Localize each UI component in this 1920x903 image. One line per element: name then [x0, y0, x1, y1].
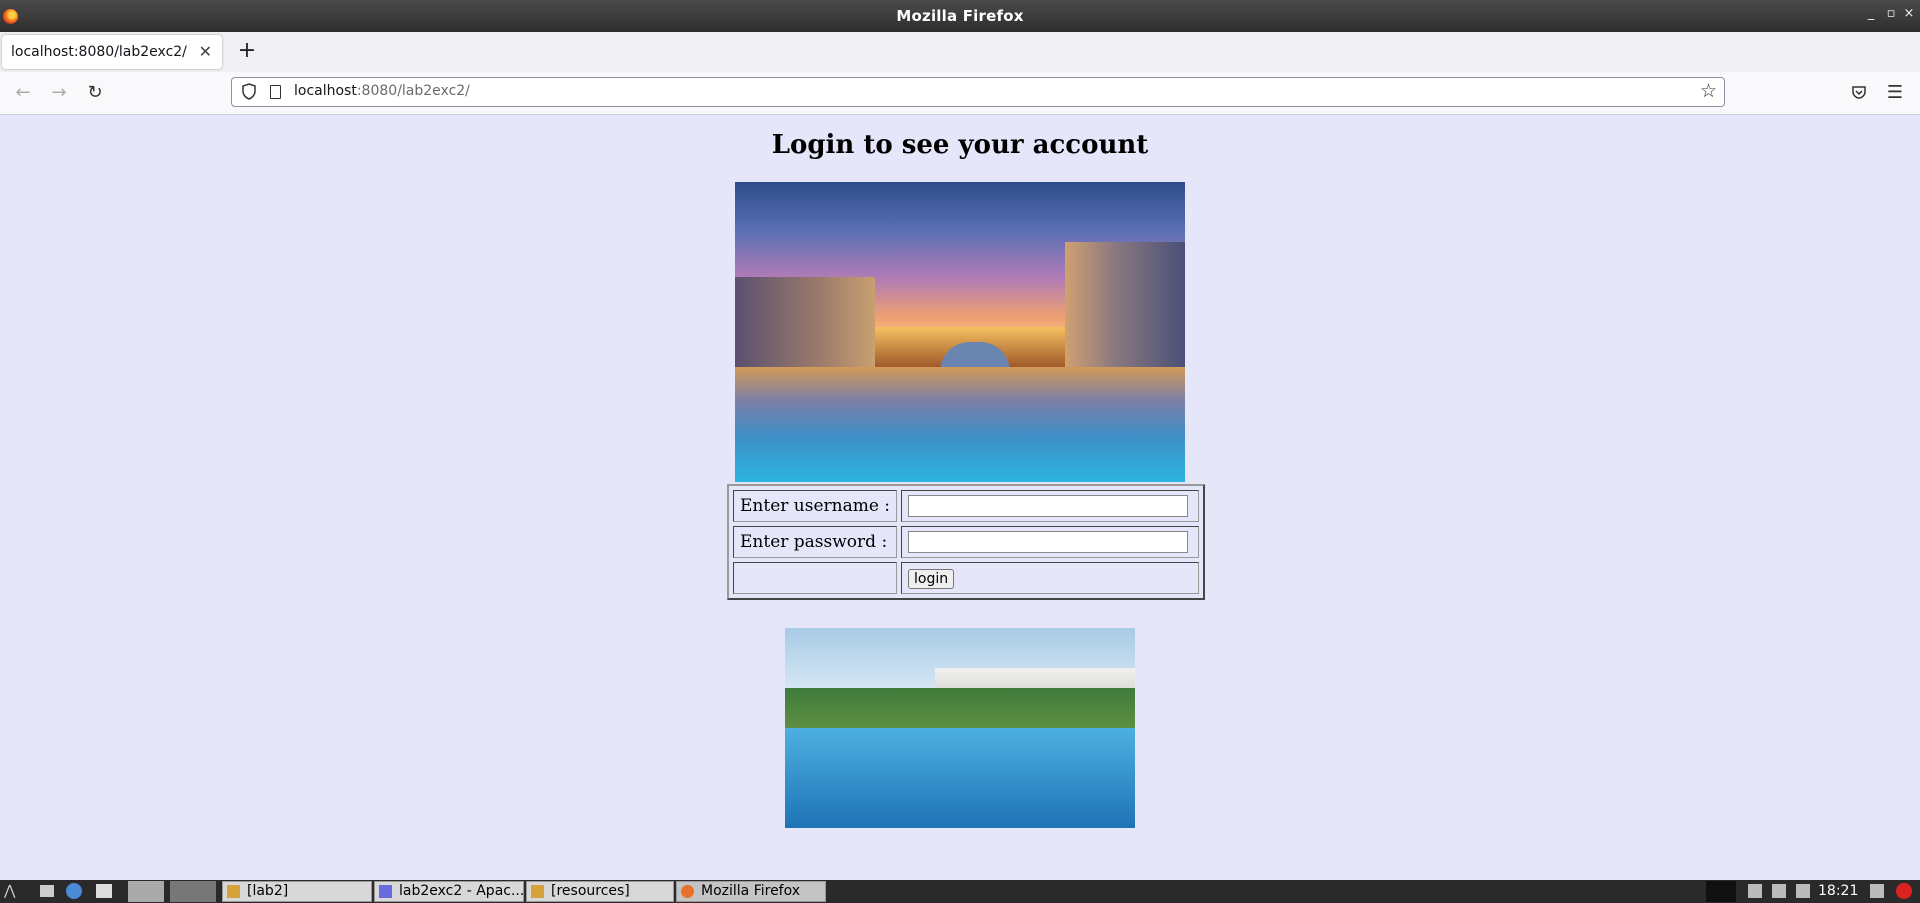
close-window-icon[interactable]: × [1902, 6, 1916, 22]
username-input[interactable] [908, 495, 1189, 517]
taskbar-item-lab2exc2[interactable]: lab2exc2 - Apac... [374, 881, 524, 902]
tab-active[interactable]: localhost:8080/lab2exc2/ ✕ [2, 35, 222, 69]
back-arrow-icon[interactable]: ← [10, 80, 36, 106]
menu-hamburger-icon[interactable]: ☰ [1882, 80, 1908, 106]
start-menu-icon[interactable]: ⋀ [4, 883, 20, 899]
navigation-toolbar: ← → ↻ localhost:8080/lab2exc2/ ☆ ☰ [0, 72, 1920, 115]
shield-icon[interactable] [242, 83, 256, 100]
forward-arrow-icon[interactable]: → [46, 80, 72, 106]
bookmark-star-icon[interactable]: ☆ [1700, 80, 1717, 102]
power-icon[interactable] [1896, 883, 1912, 899]
network-icon[interactable] [66, 883, 82, 899]
folder-icon [531, 885, 544, 898]
resort-pool-image [785, 628, 1135, 828]
page-heading: Login to see your account [771, 130, 1149, 160]
files-icon[interactable] [96, 884, 112, 898]
new-tab-button[interactable]: + [234, 38, 260, 64]
tab-strip: localhost:8080/lab2exc2/ ✕ + [0, 32, 1920, 72]
page-info-icon[interactable] [270, 85, 281, 99]
reload-icon[interactable]: ↻ [82, 80, 108, 106]
taskbar: ⋀ [lab2] lab2exc2 - Apac... [resources] … [0, 880, 1920, 903]
password-row: Enter password : [733, 526, 1200, 558]
desktop-icon[interactable] [40, 885, 54, 897]
url-bar[interactable]: localhost:8080/lab2exc2/ ☆ [231, 77, 1725, 107]
login-button[interactable]: login [908, 568, 955, 589]
url-host: localhost [294, 83, 357, 99]
minimize-icon[interactable]: _ [1864, 6, 1878, 22]
close-tab-icon[interactable]: ✕ [199, 42, 212, 61]
firefox-icon [681, 885, 694, 898]
password-label: Enter password : [733, 526, 898, 558]
window-titlebar: Mozilla Firefox _ ▫ × [0, 0, 1920, 32]
password-input[interactable] [908, 531, 1189, 553]
username-label: Enter username : [733, 490, 898, 522]
volume-icon[interactable] [1748, 884, 1762, 898]
clipboard-icon[interactable] [1796, 884, 1810, 898]
pocket-icon[interactable] [1851, 84, 1867, 100]
taskbar-item-lab2[interactable]: [lab2] [222, 881, 372, 902]
maximize-icon[interactable]: ▫ [1884, 6, 1898, 22]
screen-lock-icon[interactable] [1870, 884, 1884, 898]
page-content: Login to see your account Enter username… [0, 115, 1920, 880]
empty-cell [733, 562, 898, 594]
app-icon [379, 885, 392, 898]
taskbar-item-firefox[interactable]: Mozilla Firefox [676, 881, 826, 902]
url-text[interactable]: localhost:8080/lab2exc2/ [294, 83, 470, 99]
window-title: Mozilla Firefox [896, 7, 1024, 25]
taskbar-item-label: lab2exc2 - Apac... [399, 883, 524, 899]
username-row: Enter username : [733, 490, 1200, 522]
tab-label: localhost:8080/lab2exc2/ [11, 44, 187, 60]
firefox-launcher-icon[interactable] [128, 881, 164, 902]
taskbar-item-label: Mozilla Firefox [701, 883, 801, 899]
taskbar-item-label: [resources] [551, 883, 630, 899]
folder-icon [227, 885, 240, 898]
taskbar-item-label: [lab2] [247, 883, 289, 899]
cpu-monitor [1706, 881, 1736, 902]
url-path: :8080/lab2exc2/ [356, 83, 470, 99]
submit-row: login [733, 562, 1200, 594]
network-tray-icon[interactable] [1772, 884, 1786, 898]
florence-bridge-image [735, 182, 1185, 482]
login-form-table: Enter username : Enter password : login [727, 484, 1206, 600]
workspace-switcher[interactable] [170, 881, 216, 902]
clock: 18:21 [1818, 883, 1859, 899]
taskbar-item-resources[interactable]: [resources] [526, 881, 674, 902]
